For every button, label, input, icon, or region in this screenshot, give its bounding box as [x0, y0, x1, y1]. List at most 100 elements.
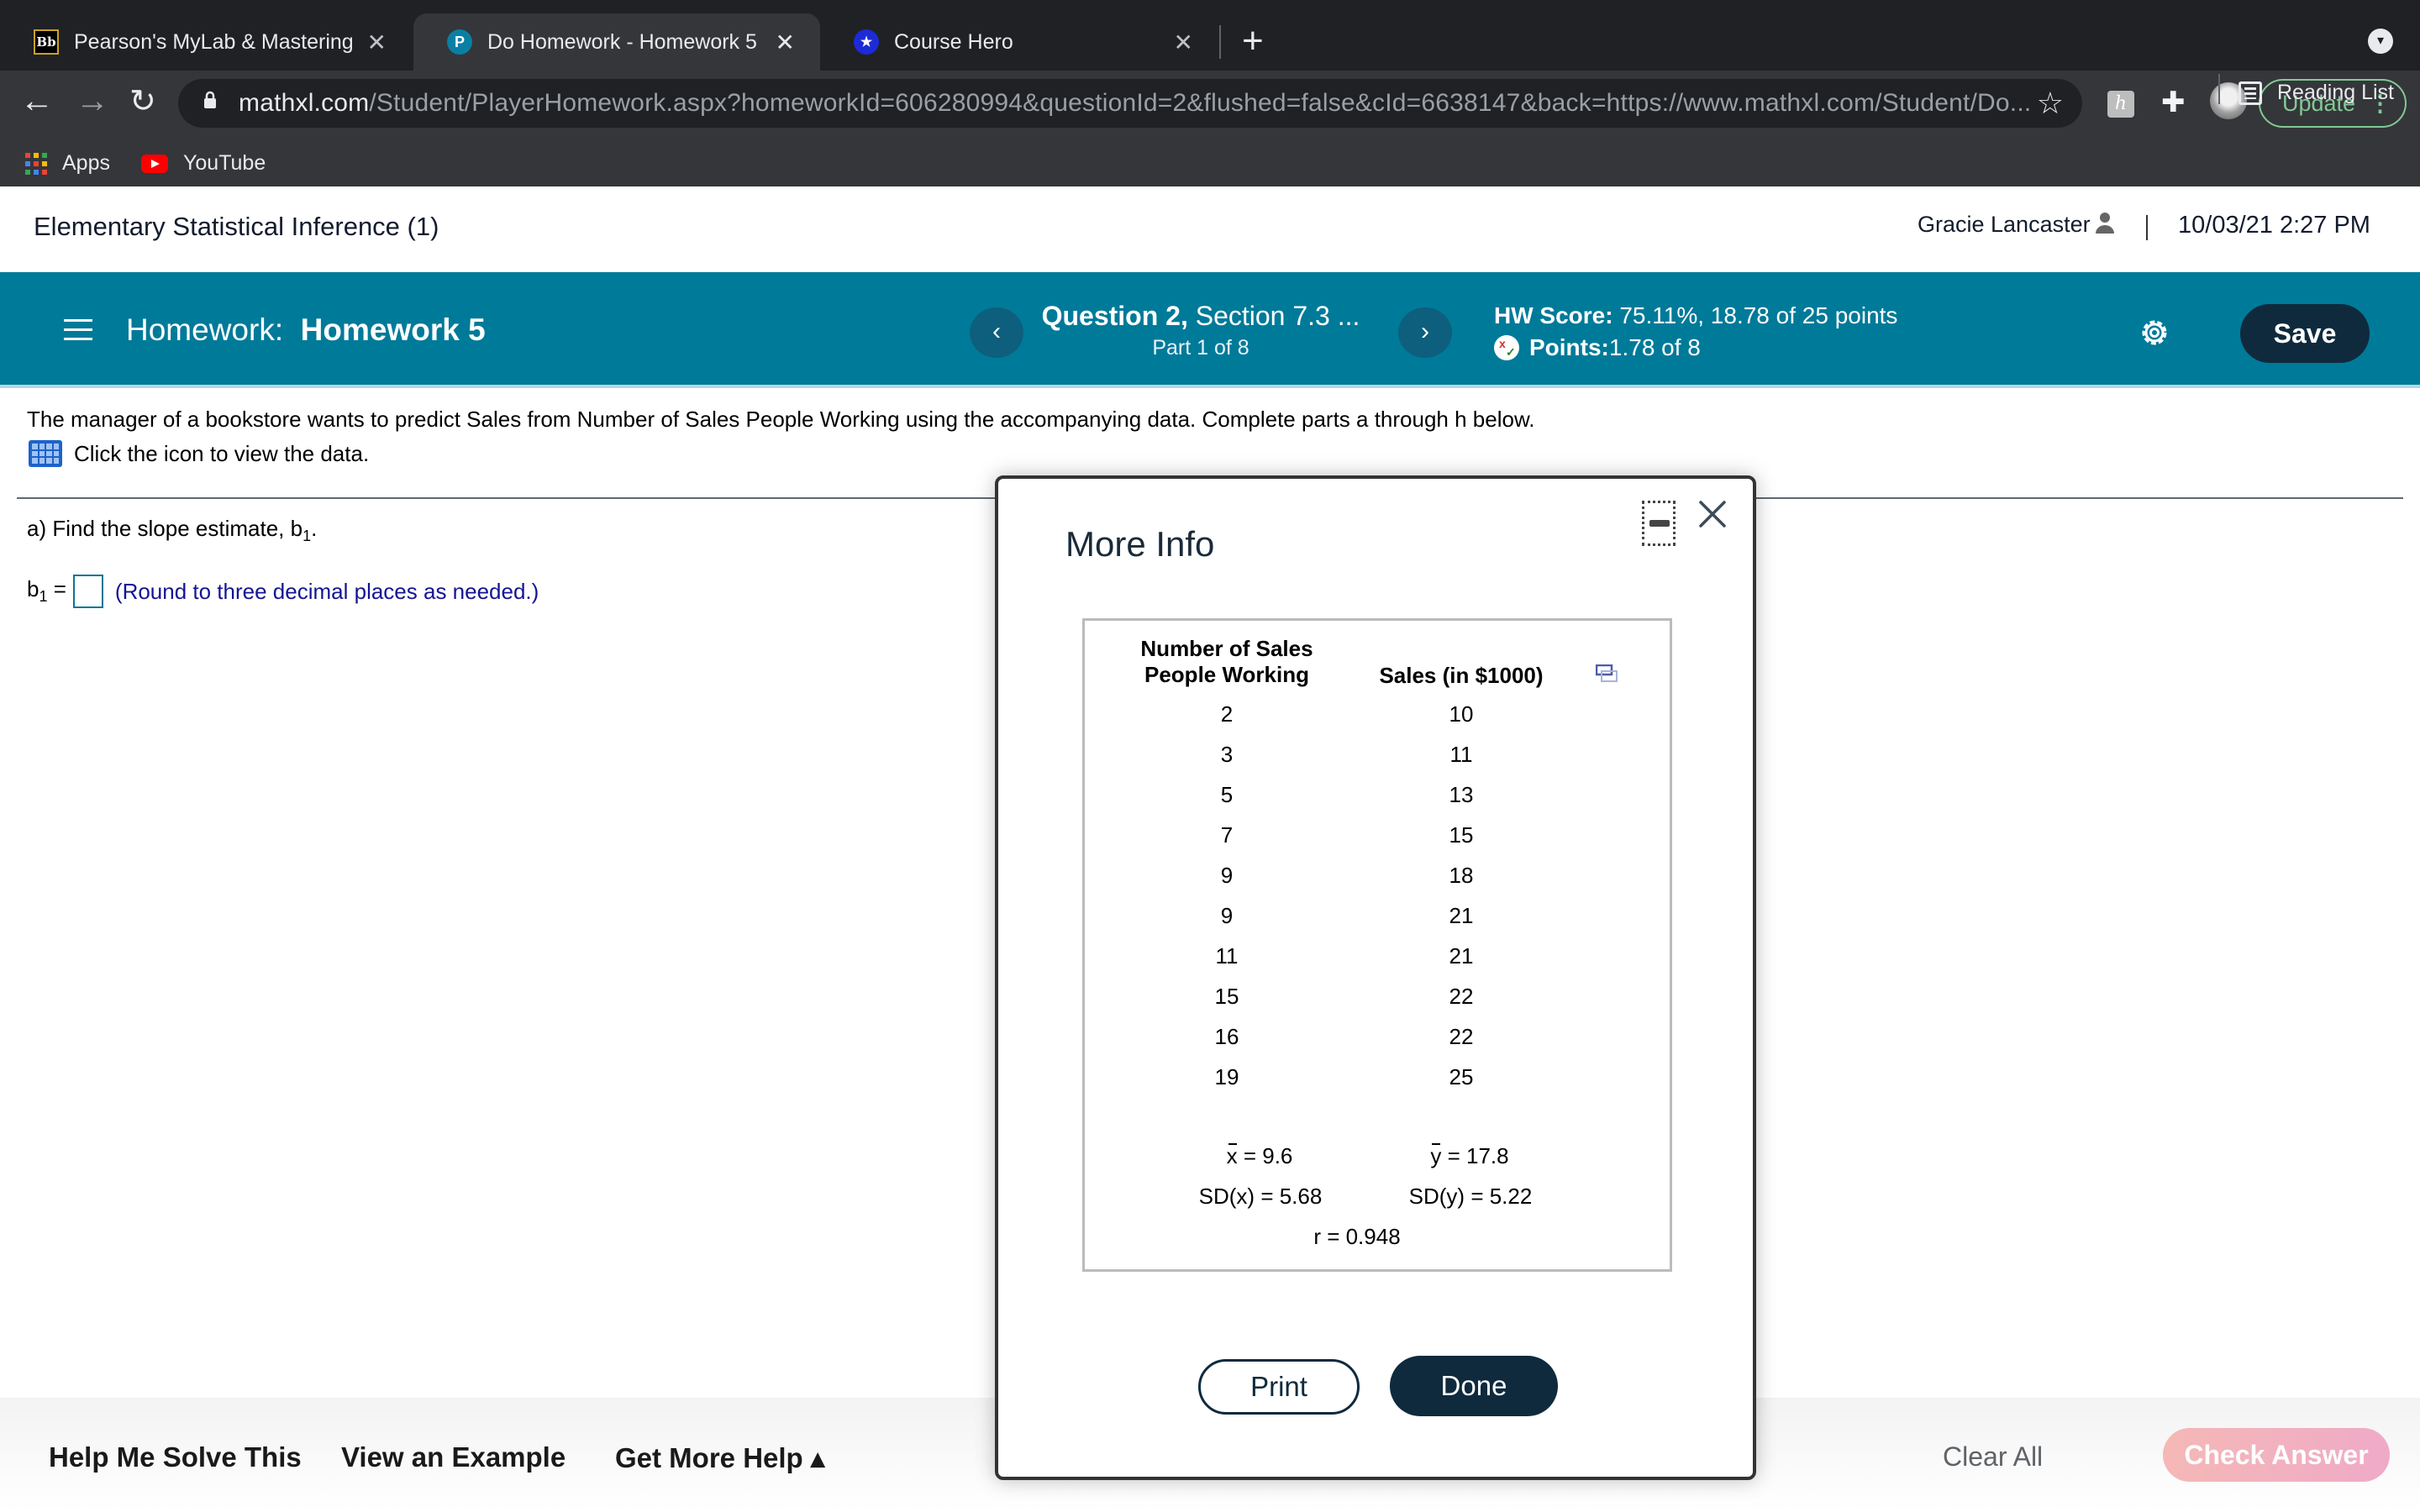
get-more-help-button[interactable]: Get More Help ▴ — [615, 1441, 824, 1474]
browser-tab-strip: Bb Pearson's MyLab & Mastering ✕ P Do Ho… — [0, 0, 2420, 71]
more-info-dialog: More Info Number of Sales People Working… — [995, 475, 1756, 1480]
subscript: 1 — [39, 588, 48, 606]
settings-gear-icon[interactable] — [2138, 316, 2171, 349]
honey-extension-icon[interactable]: h — [2107, 91, 2134, 118]
cell-sales: 22 — [1449, 1024, 1474, 1049]
forward-icon[interactable]: → — [76, 82, 109, 120]
reload-icon[interactable]: ↻ — [129, 82, 156, 120]
header-line: Number of Sales — [1140, 636, 1313, 661]
cell-sales: 15 — [1449, 822, 1474, 848]
close-tab-icon[interactable]: ✕ — [776, 29, 795, 56]
part-a-prompt: a) Find the slope estimate, b1. — [27, 516, 317, 545]
subscript: 1 — [302, 528, 312, 545]
close-tab-icon[interactable]: ✕ — [1174, 29, 1193, 56]
url-path: /Student/PlayerHomework.aspx?homeworkId=… — [369, 89, 2032, 117]
dialog-title: More Info — [1065, 524, 1215, 564]
copy-data-icon[interactable] — [1596, 664, 1618, 683]
tab-search-icon[interactable]: ▾ — [2368, 29, 2393, 54]
course-title[interactable]: Elementary Statistical Inference (1) — [34, 212, 439, 242]
question-number: Question 2, — [1041, 301, 1188, 331]
next-question-button[interactable]: › — [1398, 307, 1452, 358]
points-value: 1.78 of 8 — [1608, 334, 1701, 360]
url-text: mathxl.com/Student/PlayerHomework.aspx?h… — [239, 89, 2031, 118]
user-name[interactable]: Gracie Lancaster — [1918, 212, 2091, 238]
homework-prefix: Homework: — [126, 312, 284, 347]
reading-list-label: Reading List — [2277, 81, 2394, 104]
view-data-link[interactable]: Click the icon to view the data. — [29, 440, 369, 467]
points-label: Points: — [1529, 334, 1609, 360]
cell-sales: 21 — [1449, 903, 1474, 928]
cell-sales: 22 — [1449, 984, 1474, 1009]
bookmark-label: Apps — [62, 151, 110, 175]
minimize-icon[interactable] — [1642, 501, 1676, 546]
question-points: x ✓ Points: 1.78 of 8 — [1494, 334, 1701, 361]
data-table: Number of Sales People Working Sales (in… — [1082, 618, 1672, 1272]
tab-title: Course Hero — [894, 29, 1013, 54]
tab-pearson-mylab[interactable]: Bb Pearson's MyLab & Mastering ✕ — [0, 13, 412, 71]
tab-title: Pearson's MyLab & Mastering — [74, 29, 354, 54]
check-answer-button[interactable]: Check Answer — [2163, 1428, 2390, 1482]
extensions-puzzle-icon[interactable]: ✚ — [2161, 86, 2186, 119]
homework-title: Homework: Homework 5 — [126, 312, 486, 348]
answer-label: b1 = — [27, 576, 66, 606]
blackboard-icon: Bb — [34, 29, 59, 55]
bookmark-apps[interactable]: Apps — [25, 151, 110, 176]
tab-course-hero[interactable]: ★ Course Hero ✕ — [820, 13, 1218, 71]
address-bar[interactable]: mathxl.com/Student/PlayerHomework.aspx?h… — [178, 79, 2082, 128]
coursehero-star-icon: ★ — [854, 29, 879, 55]
y-mean: y = 17.8 — [1411, 1143, 1528, 1169]
question-section: Section 7.3 ... — [1187, 301, 1360, 331]
cell-sales-people: 7 — [1220, 822, 1234, 848]
b-label: b — [27, 576, 39, 602]
period: . — [311, 516, 318, 541]
cell-sales-people: 16 — [1214, 1024, 1239, 1049]
help-me-solve-this-button[interactable]: Help Me Solve This — [49, 1441, 302, 1473]
clear-all-button[interactable]: Clear All — [1943, 1441, 2043, 1473]
pearson-icon: P — [447, 29, 472, 55]
question-title[interactable]: Question 2, Section 7.3 ... — [973, 301, 1428, 332]
view-data-text: Click the icon to view the data. — [74, 440, 370, 466]
sd-x: SD(x) = 5.68 — [1198, 1184, 1323, 1209]
x-mean-value: = 9.6 — [1237, 1143, 1293, 1168]
data-table-icon[interactable] — [29, 440, 62, 467]
question-part: Part 1 of 8 — [1152, 336, 1249, 360]
done-button[interactable]: Done — [1390, 1356, 1558, 1416]
cell-sales: 25 — [1449, 1064, 1474, 1089]
y-mean-value: = 17.8 — [1441, 1143, 1509, 1168]
menu-icon[interactable] — [64, 319, 92, 341]
youtube-icon — [141, 154, 168, 173]
apps-grid-icon — [25, 152, 47, 175]
bookmarks-separator — [2218, 74, 2220, 104]
tab-separator — [1219, 25, 1221, 59]
cell-sales: 11 — [1449, 742, 1473, 767]
slope-answer-input[interactable] — [72, 575, 103, 608]
sd-y: SD(y) = 5.22 — [1408, 1184, 1533, 1209]
cell-sales: 18 — [1449, 863, 1474, 888]
cell-sales: 21 — [1449, 943, 1474, 969]
close-tab-icon[interactable]: ✕ — [367, 29, 387, 56]
equals: = — [47, 576, 66, 602]
cell-sales-people: 9 — [1220, 903, 1234, 928]
cell-sales: 10 — [1449, 701, 1474, 727]
tab-do-homework[interactable]: P Do Homework - Homework 5 ✕ — [413, 13, 820, 71]
bookmark-star-icon[interactable]: ☆ — [2037, 86, 2064, 121]
correlation-r: r = 0.948 — [1313, 1224, 1401, 1249]
cell-sales-people: 5 — [1220, 782, 1234, 807]
close-icon[interactable] — [1696, 497, 1729, 531]
reading-list-icon — [2238, 81, 2262, 105]
back-icon[interactable]: ← — [20, 82, 54, 120]
print-button[interactable]: Print — [1198, 1359, 1360, 1415]
user-icon — [2096, 213, 2114, 234]
question-prompt: The manager of a bookstore wants to pred… — [27, 407, 1535, 432]
bookmark-youtube[interactable]: YouTube — [141, 151, 266, 176]
save-button[interactable]: Save — [2240, 304, 2370, 363]
cell-sales-people: 3 — [1220, 742, 1234, 767]
new-tab-icon[interactable]: + — [1242, 20, 1264, 62]
hw-score: HW Score: 75.11%, 18.78 of 25 points — [1494, 302, 1897, 329]
cell-sales: 13 — [1449, 782, 1474, 807]
view-an-example-button[interactable]: View an Example — [341, 1441, 566, 1473]
reading-list-button[interactable]: Reading List — [2238, 81, 2394, 105]
rounding-hint: (Round to three decimal places as needed… — [114, 578, 539, 604]
header-separator — [2146, 215, 2148, 240]
column-header-sales: Sales (in $1000) — [1379, 663, 1544, 688]
